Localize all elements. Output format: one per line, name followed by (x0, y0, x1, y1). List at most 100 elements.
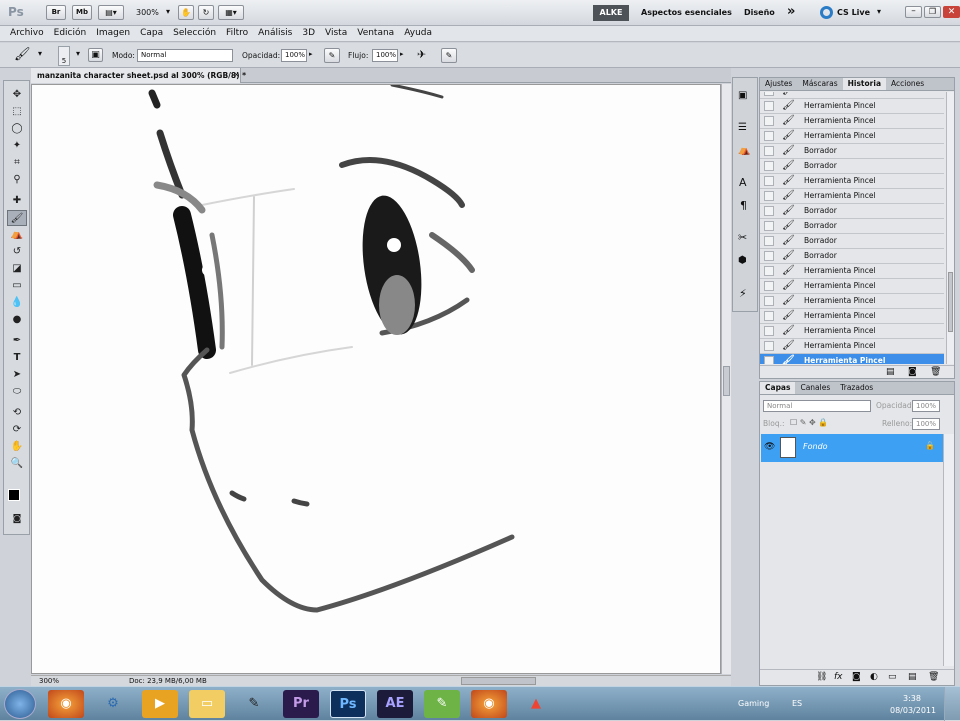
stamp-icon[interactable]: ⛺ (738, 145, 750, 156)
horizontal-scrollbar[interactable] (461, 677, 536, 685)
healing-brush-icon[interactable]: ✚ (7, 193, 27, 209)
tab-capas[interactable]: Capas (760, 382, 796, 394)
clock-time[interactable]: 3:38 (903, 694, 921, 703)
layer-row[interactable]: 👁 Fondo 🔒 (761, 434, 943, 462)
brush-panel-button[interactable]: ▣ (88, 48, 103, 62)
chevron-down-icon[interactable]: ▾ (166, 7, 170, 16)
list-item[interactable]: 🖌 Borrador (760, 234, 944, 249)
brush-tool-icon[interactable]: 🖌 (7, 210, 27, 226)
3d-icon[interactable]: ⬢ (738, 255, 747, 266)
list-item[interactable]: 🖌 Herramienta Pincel (760, 114, 944, 129)
tab-canales[interactable]: Canales (795, 382, 835, 394)
pressure-size-button[interactable]: ✎ (441, 48, 457, 63)
zoom-level[interactable]: 300% (136, 8, 159, 17)
swatches-icon[interactable]: ☰ (738, 122, 747, 133)
character-icon[interactable]: A (739, 176, 747, 189)
new-layer-icon[interactable]: ▤ (908, 672, 917, 682)
list-item[interactable]: 🖌 Herramienta Pincel (760, 294, 944, 309)
quick-mask-icon[interactable]: ◙ (7, 511, 27, 527)
workspace-alke[interactable]: ALKE (593, 5, 629, 21)
menu-ayuda[interactable]: Ayuda (399, 26, 437, 41)
crop-tool-icon[interactable]: ⌗ (7, 155, 27, 171)
arrange-documents-button[interactable]: ▦▾ (218, 5, 244, 20)
brush-tool-preset-icon[interactable]: 🖌 (14, 47, 31, 62)
eraser-tool-icon[interactable]: ◪ (7, 261, 27, 277)
flow-slider-toggle[interactable]: ▸ (400, 50, 404, 58)
menu-capa[interactable]: Capa (135, 26, 168, 41)
snapshot-icon[interactable]: ◙ (908, 367, 917, 377)
blend-mode-select[interactable]: Normal (763, 400, 871, 412)
list-item[interactable]: 🖌 (760, 92, 944, 99)
media-player-icon[interactable]: ▶ (142, 690, 178, 718)
folder-icon[interactable]: ▭ (189, 690, 225, 718)
workspace-design[interactable]: Diseño (744, 8, 775, 17)
notebook-icon[interactable]: ✎ (424, 690, 460, 718)
list-item[interactable]: 🖌 Borrador (760, 219, 944, 234)
tab-trazados[interactable]: Trazados (835, 382, 878, 394)
tools-icon[interactable]: ✂ (738, 231, 747, 244)
dodge-tool-icon[interactable]: ● (7, 312, 27, 328)
firefox-icon[interactable]: ◉ (471, 690, 507, 718)
gaming-label[interactable]: Gaming (738, 699, 769, 708)
photoshop-icon[interactable]: Ps (330, 690, 366, 718)
chevron-down-icon[interactable]: ▾ (38, 49, 42, 58)
close-button[interactable]: ✕ (943, 6, 960, 18)
menu-vista[interactable]: Vista (320, 26, 352, 41)
adjustment-layer-icon[interactable]: ◐ (870, 672, 878, 682)
list-item[interactable]: 🖌 Herramienta Pincel (760, 309, 944, 324)
vertical-scrollbar[interactable] (721, 84, 731, 674)
type-tool-icon[interactable]: T (7, 350, 27, 366)
mini-bridge-button[interactable]: Mb (72, 5, 92, 20)
list-item[interactable]: 🖌 Herramienta Pincel (760, 129, 944, 144)
tab-historia[interactable]: Historia (842, 78, 887, 90)
list-item[interactable]: 🖌 Herramienta Pincel (760, 189, 944, 204)
rotate-view-button[interactable]: ↻ (198, 5, 214, 20)
mini-bridge-icon[interactable]: ▣ (738, 90, 747, 101)
menu-seleccion[interactable]: Selección (168, 26, 221, 41)
bridge-button[interactable]: Br (46, 5, 66, 20)
blur-tool-icon[interactable]: 💧 (7, 295, 27, 311)
history-item-selected[interactable]: 🖌 Herramienta Pincel (760, 354, 944, 364)
list-item[interactable]: 🖌 Herramienta Pincel (760, 324, 944, 339)
menu-archivo[interactable]: Archivo (5, 26, 49, 41)
workspace-essentials[interactable]: Aspectos esenciales (641, 8, 732, 17)
list-item[interactable]: 🖌 Herramienta Pincel (760, 264, 944, 279)
list-item[interactable]: 🖌 Herramienta Pincel (760, 339, 944, 354)
trash-icon[interactable]: 🗑 (928, 672, 939, 682)
pen-tool-icon[interactable]: ✒ (7, 333, 27, 349)
list-item[interactable]: 🖌 Borrador (760, 249, 944, 264)
history-brush-icon[interactable]: ↺ (7, 244, 27, 260)
menu-ventana[interactable]: Ventana (352, 26, 399, 41)
list-item[interactable]: 🖌 Borrador (760, 144, 944, 159)
pressure-opacity-button[interactable]: ✎ (324, 48, 340, 63)
tab-acciones[interactable]: Acciones (886, 78, 929, 90)
list-item[interactable]: 🖌 Borrador (760, 159, 944, 174)
history-scrollbar[interactable] (946, 92, 954, 364)
zoom-readout[interactable]: 300% (39, 677, 59, 685)
foreground-color-swatch[interactable] (8, 489, 20, 501)
shape-tool-icon[interactable]: ⬭ (7, 384, 27, 400)
after-effects-icon[interactable]: AE (377, 690, 413, 718)
layers-scrollbar[interactable] (943, 434, 954, 666)
document-title[interactable]: manzanita character sheet.psd al 300% (R… (37, 71, 246, 80)
lasso-tool-icon[interactable]: ◯ (7, 121, 27, 137)
quick-selection-icon[interactable]: ✦ (7, 138, 27, 154)
cs-live-button[interactable]: CS Live (837, 8, 870, 17)
new-group-icon[interactable]: ▭ (888, 672, 897, 682)
view-extras-button[interactable]: ▤▾ (98, 5, 124, 20)
gradient-tool-icon[interactable]: ▭ (7, 278, 27, 294)
clock-date[interactable]: 08/03/2011 (890, 706, 936, 715)
layer-opacity-input[interactable]: 100% (912, 400, 940, 412)
eyedropper-tool-icon[interactable]: ⚲ (7, 172, 27, 188)
lock-icons[interactable]: ☐ ✎ ✥ 🔒 (790, 418, 828, 427)
marquee-tool-icon[interactable]: ⬚ (7, 104, 27, 120)
minimize-button[interactable]: – (905, 6, 922, 18)
menu-filtro[interactable]: Filtro (221, 26, 253, 41)
tab-ajustes[interactable]: Ajustes (760, 78, 797, 90)
start-button[interactable] (4, 689, 36, 719)
scrollbar-thumb[interactable] (948, 272, 953, 332)
layer-name[interactable]: Fondo (803, 442, 828, 451)
opacity-input[interactable]: 100% (281, 49, 307, 62)
opacity-slider-toggle[interactable]: ▸ (309, 50, 313, 58)
list-item[interactable]: 🖌 Herramienta Pincel (760, 279, 944, 294)
